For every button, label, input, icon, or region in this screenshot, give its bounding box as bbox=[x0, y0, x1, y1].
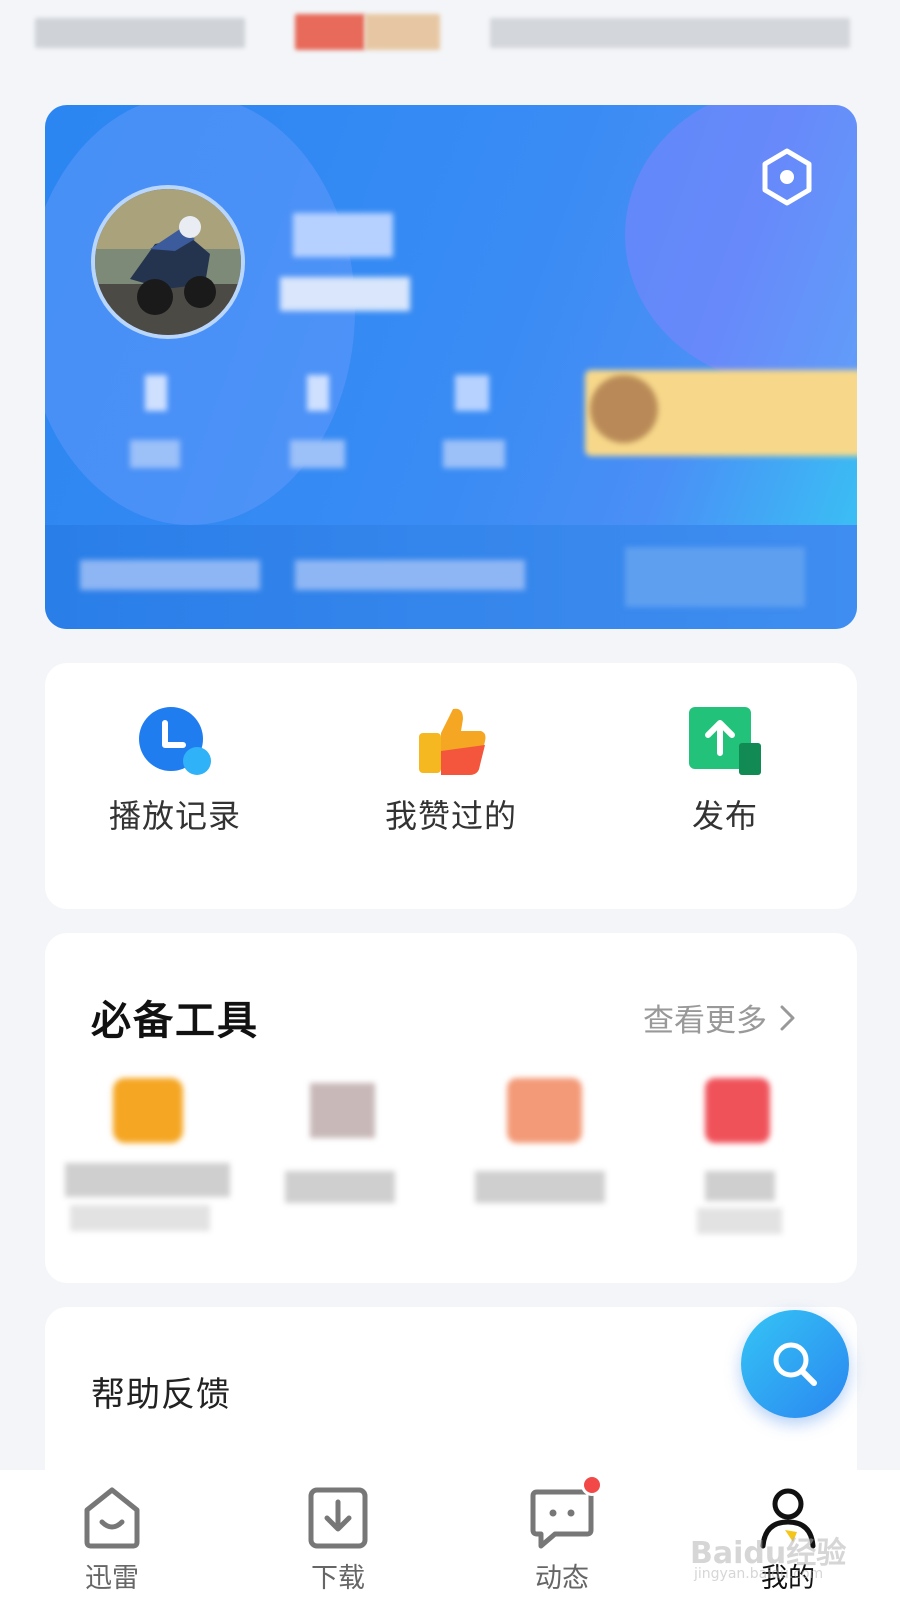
chevron-right-icon bbox=[780, 1005, 795, 1030]
stat-value bbox=[145, 375, 167, 411]
tab-activity[interactable]: 动态 bbox=[497, 1474, 627, 1595]
thumbs-up-icon bbox=[411, 703, 491, 783]
play-history-label: 播放记录 bbox=[108, 797, 241, 835]
status-blur bbox=[295, 14, 365, 50]
user-id bbox=[280, 277, 410, 311]
stat-value bbox=[455, 375, 489, 411]
status-blur bbox=[490, 18, 850, 48]
tab-home[interactable]: 迅雷 bbox=[47, 1482, 177, 1595]
tools-title: 必备工具 bbox=[91, 998, 259, 1044]
clock-icon bbox=[135, 703, 215, 783]
liked-button[interactable]: 我赞过的 bbox=[341, 703, 561, 837]
message-icon bbox=[527, 1474, 603, 1552]
view-more-link[interactable]: 查看更多 bbox=[643, 995, 799, 1040]
tab-download-label: 下载 bbox=[311, 1563, 365, 1594]
stat-value bbox=[307, 375, 329, 411]
tool-label bbox=[705, 1171, 775, 1201]
tool-label bbox=[70, 1205, 210, 1231]
quick-actions-card: 播放记录 我赞过的 发布 bbox=[45, 663, 857, 909]
tool-icon bbox=[310, 1083, 375, 1138]
vip-badge-icon bbox=[590, 375, 658, 443]
tools-card: 必备工具 查看更多 bbox=[45, 933, 857, 1283]
help-feedback-row[interactable]: 帮助反馈 bbox=[45, 1307, 857, 1487]
settings-icon[interactable] bbox=[755, 145, 819, 209]
help-feedback-label: 帮助反馈 bbox=[91, 1375, 231, 1415]
tool-label bbox=[65, 1163, 230, 1197]
stat-label bbox=[290, 440, 345, 468]
tool-icon bbox=[113, 1078, 183, 1143]
search-button[interactable] bbox=[741, 1310, 849, 1418]
liked-label: 我赞过的 bbox=[384, 797, 517, 835]
status-bar bbox=[0, 0, 900, 70]
publish-button[interactable]: 发布 bbox=[615, 703, 835, 837]
tab-activity-label: 动态 bbox=[535, 1563, 589, 1594]
status-blur bbox=[365, 14, 440, 50]
footer-blur bbox=[80, 560, 260, 590]
home-icon bbox=[77, 1482, 147, 1552]
stat-label bbox=[443, 440, 505, 468]
tab-home-label: 迅雷 bbox=[85, 1563, 139, 1594]
watermark-sub: jingyan.baidu.com bbox=[694, 1566, 824, 1582]
username bbox=[293, 213, 393, 257]
publish-label: 发布 bbox=[691, 797, 758, 835]
play-history-button[interactable]: 播放记录 bbox=[65, 703, 285, 837]
tab-download[interactable]: 下载 bbox=[273, 1482, 403, 1595]
view-more-label: 查看更多 bbox=[643, 1003, 767, 1039]
tool-icon bbox=[705, 1078, 770, 1143]
search-icon bbox=[773, 1342, 817, 1386]
footer-blur bbox=[295, 560, 525, 590]
card-footer[interactable] bbox=[45, 525, 857, 629]
notification-badge bbox=[581, 1474, 603, 1496]
tab-bar: 迅雷 下载 动态 我的 Baidu经验 jingyan.baidu.com bbox=[0, 1470, 900, 1600]
tool-label bbox=[697, 1208, 782, 1234]
tool-label bbox=[475, 1171, 605, 1203]
footer-blur bbox=[625, 547, 805, 607]
tool-icon bbox=[507, 1078, 582, 1143]
download-icon bbox=[303, 1482, 373, 1552]
upload-icon bbox=[685, 703, 765, 783]
profile-card[interactable] bbox=[45, 105, 857, 629]
status-blur bbox=[35, 18, 245, 48]
stat-label bbox=[130, 440, 180, 468]
card-decoration bbox=[625, 105, 857, 385]
avatar[interactable] bbox=[91, 185, 245, 339]
tool-label bbox=[285, 1171, 395, 1203]
